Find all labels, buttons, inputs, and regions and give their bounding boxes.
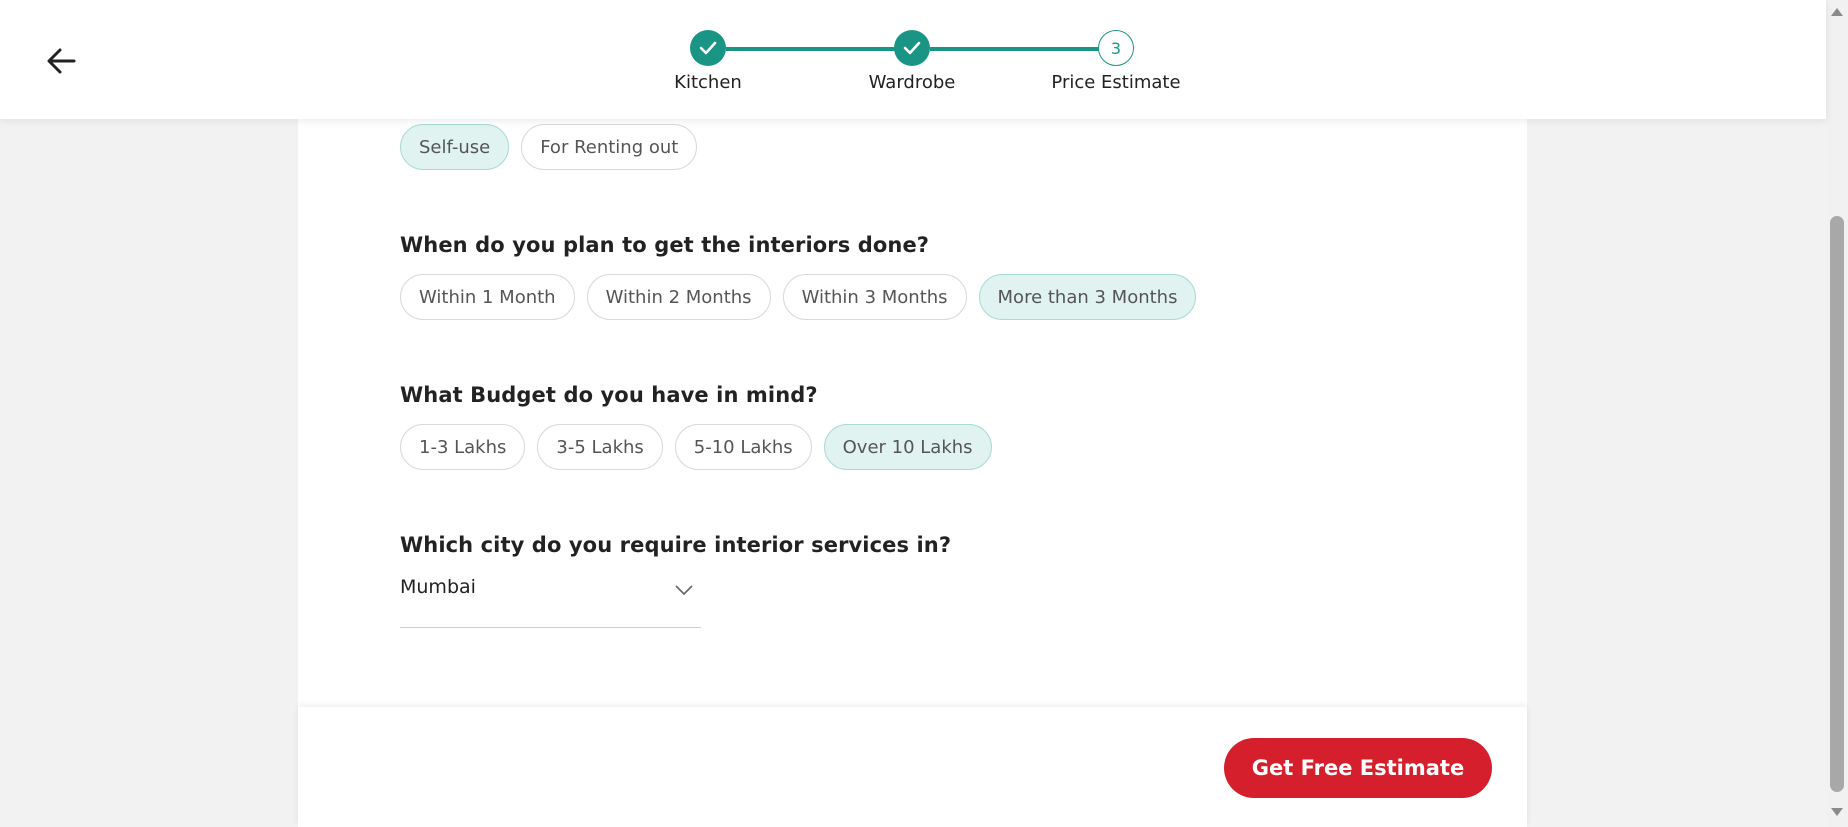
- scroll-down-arrow-icon[interactable]: [1826, 804, 1848, 820]
- top-header: Kitchen Wardrobe 3 Price Estimate: [0, 0, 1826, 119]
- timeline-chip-1-month[interactable]: Within 1 Month: [400, 274, 575, 320]
- city-dropdown[interactable]: Mumbai: [400, 576, 701, 628]
- timeline-chip-more-than-3-months[interactable]: More than 3 Months: [978, 274, 1197, 320]
- step-1-check-circle: [690, 30, 726, 66]
- city-question: Which city do you require interior servi…: [400, 533, 952, 557]
- chevron-down-icon: [675, 585, 693, 596]
- budget-chip-over-10-lakhs[interactable]: Over 10 Lakhs: [823, 424, 992, 470]
- step-connector: [930, 47, 1100, 51]
- step-3-label: Price Estimate: [1051, 72, 1181, 93]
- budget-chip-5-10-lakhs[interactable]: 5-10 Lakhs: [674, 424, 812, 470]
- timeline-chip-2-months[interactable]: Within 2 Months: [586, 274, 771, 320]
- timeline-chip-3-months[interactable]: Within 3 Months: [782, 274, 967, 320]
- timeline-options: Within 1 Month Within 2 Months Within 3 …: [400, 274, 1197, 320]
- step-2-label: Wardrobe: [868, 72, 956, 93]
- step-1-label: Kitchen: [674, 72, 742, 93]
- check-icon: [903, 41, 921, 55]
- budget-question: What Budget do you have in mind?: [400, 383, 818, 407]
- timeline-question: When do you plan to get the interiors do…: [400, 233, 930, 257]
- usage-options: Self-use For Renting out: [400, 124, 698, 170]
- progress-stepper: Kitchen Wardrobe 3 Price Estimate: [0, 0, 1826, 119]
- sticky-footer: Get Free Estimate: [298, 707, 1527, 827]
- check-icon: [699, 41, 717, 55]
- city-selected-value: Mumbai: [400, 576, 476, 598]
- usage-chip-renting-out[interactable]: For Renting out: [521, 124, 698, 170]
- scrollbar-thumb[interactable]: [1830, 216, 1844, 792]
- budget-chip-1-3-lakhs[interactable]: 1-3 Lakhs: [400, 424, 526, 470]
- step-3-circle: 3: [1098, 30, 1134, 66]
- scroll-up-arrow-icon[interactable]: [1826, 4, 1848, 20]
- usage-chip-self-use[interactable]: Self-use: [400, 124, 510, 170]
- step-connector: [726, 47, 896, 51]
- form-card: Self-use For Renting out When do you pla…: [298, 119, 1527, 709]
- budget-options: 1-3 Lakhs 3-5 Lakhs 5-10 Lakhs Over 10 L…: [400, 424, 992, 470]
- get-free-estimate-button[interactable]: Get Free Estimate: [1224, 738, 1492, 798]
- budget-chip-3-5-lakhs[interactable]: 3-5 Lakhs: [537, 424, 663, 470]
- step-2-check-circle: [894, 30, 930, 66]
- vertical-scrollbar[interactable]: [1826, 0, 1848, 827]
